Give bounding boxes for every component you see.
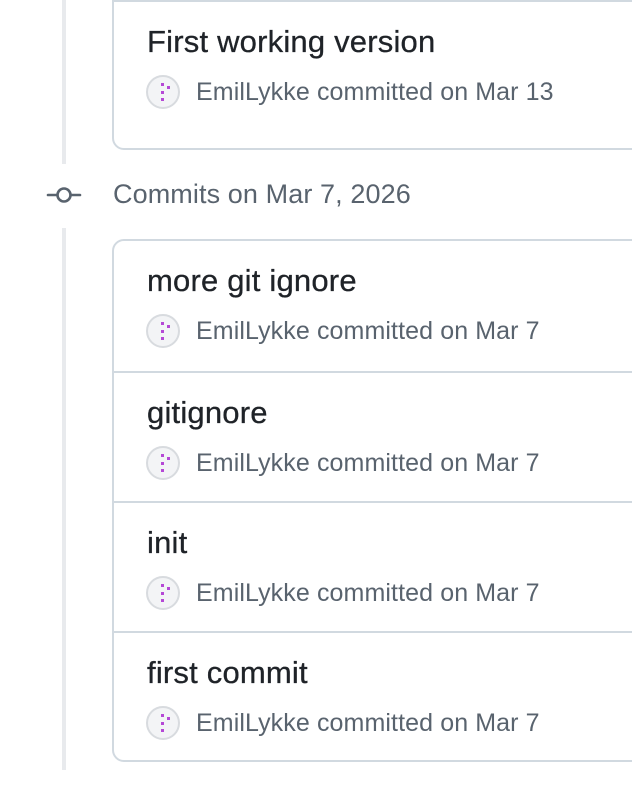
commit-list: First working version EmilLykke committe… [112, 0, 632, 150]
commit-action: committed [316, 448, 434, 477]
commit-row[interactable]: more git ignore EmilLykke committed on M… [114, 241, 632, 371]
avatar[interactable] [146, 576, 180, 610]
identicon-avatar-icon [161, 322, 170, 340]
identicon-avatar-icon [161, 83, 170, 101]
identicon-avatar-icon [161, 454, 170, 472]
commit-date: on Mar 7 [440, 448, 540, 477]
commit-meta: EmilLykke committed on Mar 7 [146, 445, 540, 481]
commit-date: on Mar 7 [440, 316, 540, 345]
author-link[interactable]: EmilLykke [196, 579, 310, 607]
avatar[interactable] [146, 75, 180, 109]
commit-row[interactable]: First working version EmilLykke committe… [114, 0, 632, 130]
avatar[interactable] [146, 706, 180, 740]
commit-meta: EmilLykke committed on Mar 7 [146, 313, 540, 349]
commit-action: committed [316, 708, 434, 737]
author-link[interactable]: EmilLykke [196, 449, 310, 477]
commit-meta: EmilLykke committed on Mar 7 [146, 575, 540, 611]
git-commit-icon [46, 187, 82, 203]
avatar[interactable] [146, 446, 180, 480]
commit-title[interactable]: gitignore [147, 395, 268, 431]
commit-meta: EmilLykke committed on Mar 7 [146, 705, 540, 741]
timeline-line [62, 0, 66, 164]
commit-action: committed [316, 578, 434, 607]
commit-title[interactable]: more git ignore [147, 263, 357, 299]
commit-date: on Mar 13 [440, 77, 554, 106]
commit-title[interactable]: init [147, 525, 188, 561]
author-link[interactable]: EmilLykke [196, 78, 310, 106]
commit-action: committed [316, 316, 434, 345]
commit-list: more git ignore EmilLykke committed on M… [112, 239, 632, 762]
commit-group-header: Commits on Mar 7, 2026 [0, 175, 632, 215]
identicon-avatar-icon [161, 714, 170, 732]
commit-title[interactable]: First working version [147, 24, 436, 60]
commit-action: committed [316, 77, 434, 106]
avatar[interactable] [146, 314, 180, 348]
author-link[interactable]: EmilLykke [196, 709, 310, 737]
identicon-avatar-icon [161, 584, 170, 602]
commit-title[interactable]: first commit [147, 655, 308, 691]
author-link[interactable]: EmilLykke [196, 317, 310, 345]
commit-date: on Mar 7 [440, 708, 540, 737]
commit-history: First working version EmilLykke committe… [0, 0, 632, 788]
commit-meta: EmilLykke committed on Mar 13 [146, 74, 554, 110]
commit-row[interactable]: first commit EmilLykke committed on Mar … [114, 631, 632, 760]
commit-date: on Mar 7 [440, 578, 540, 607]
timeline-line [62, 228, 66, 770]
group-date-title: Commits on Mar 7, 2026 [113, 179, 411, 209]
commit-row[interactable]: init EmilLykke committed on Mar 7 [114, 501, 632, 631]
commit-row[interactable]: gitignore EmilLykke committed on Mar 7 [114, 371, 632, 501]
